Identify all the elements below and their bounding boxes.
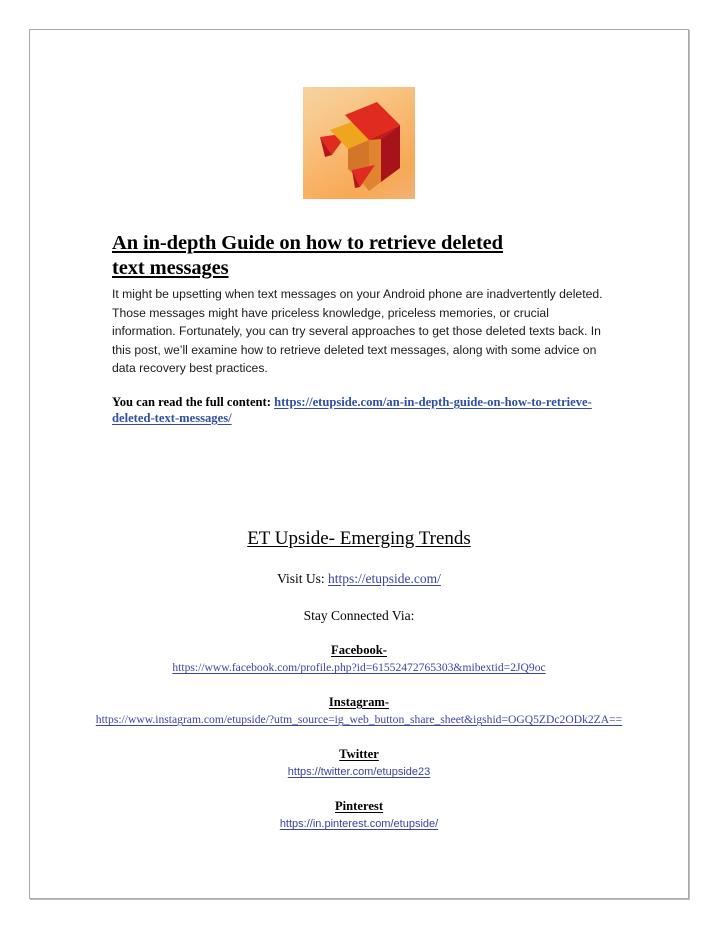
logo-glyph <box>320 102 400 191</box>
article-title-line2: text messages <box>112 257 229 279</box>
visit-us-link[interactable]: https://etupside.com/ <box>328 571 441 586</box>
et-upside-logo <box>303 87 415 199</box>
social-group-facebook: Facebook- https://www.facebook.com/profi… <box>30 643 688 676</box>
social-group-instagram: Instagram- https://www.instagram.com/etu… <box>30 695 688 728</box>
brand-heading: ET Upside- Emerging Trends <box>30 526 688 552</box>
social-label-facebook: Facebook- <box>331 643 387 657</box>
social-group-twitter: Twitter https://twitter.com/etupside23 <box>30 747 688 780</box>
signature-block: ET Upside- Emerging Trends Visit Us: htt… <box>30 526 688 832</box>
social-label-pinterest: Pinterest <box>334 799 384 813</box>
social-link-twitter[interactable]: https://twitter.com/etupside23 <box>30 764 688 780</box>
visit-us-line: Visit Us: https://etupside.com/ <box>30 570 688 587</box>
stay-connected-label: Stay Connected Via: <box>303 608 415 623</box>
brand-heading-text: ET Upside- Emerging Trends <box>247 528 471 549</box>
logo-block <box>30 87 688 199</box>
full-content-label: You can read the full content: <box>112 394 271 409</box>
social-label-instagram: Instagram- <box>328 695 390 709</box>
social-link-instagram[interactable]: https://www.instagram.com/etupside/?utm_… <box>30 712 688 728</box>
page-title: An in-depth Guide on how to retrieve del… <box>112 231 608 281</box>
article-content: An in-depth Guide on how to retrieve del… <box>112 231 608 426</box>
social-link-pinterest[interactable]: https://in.pinterest.com/etupside/ <box>30 816 688 832</box>
visit-us-label: Visit Us: <box>277 571 325 586</box>
full-content-line: You can read the full content: https://e… <box>112 394 608 426</box>
social-label-twitter: Twitter <box>339 747 379 761</box>
article-title-line1: An in-depth Guide on how to retrieve del… <box>112 232 503 254</box>
social-link-facebook[interactable]: https://www.facebook.com/profile.php?id=… <box>30 660 688 676</box>
document-page: An in-depth Guide on how to retrieve del… <box>29 29 689 899</box>
article-body-text: It might be upsetting when text messages… <box>112 287 603 376</box>
social-group-pinterest: Pinterest https://in.pinterest.com/etups… <box>30 799 688 832</box>
